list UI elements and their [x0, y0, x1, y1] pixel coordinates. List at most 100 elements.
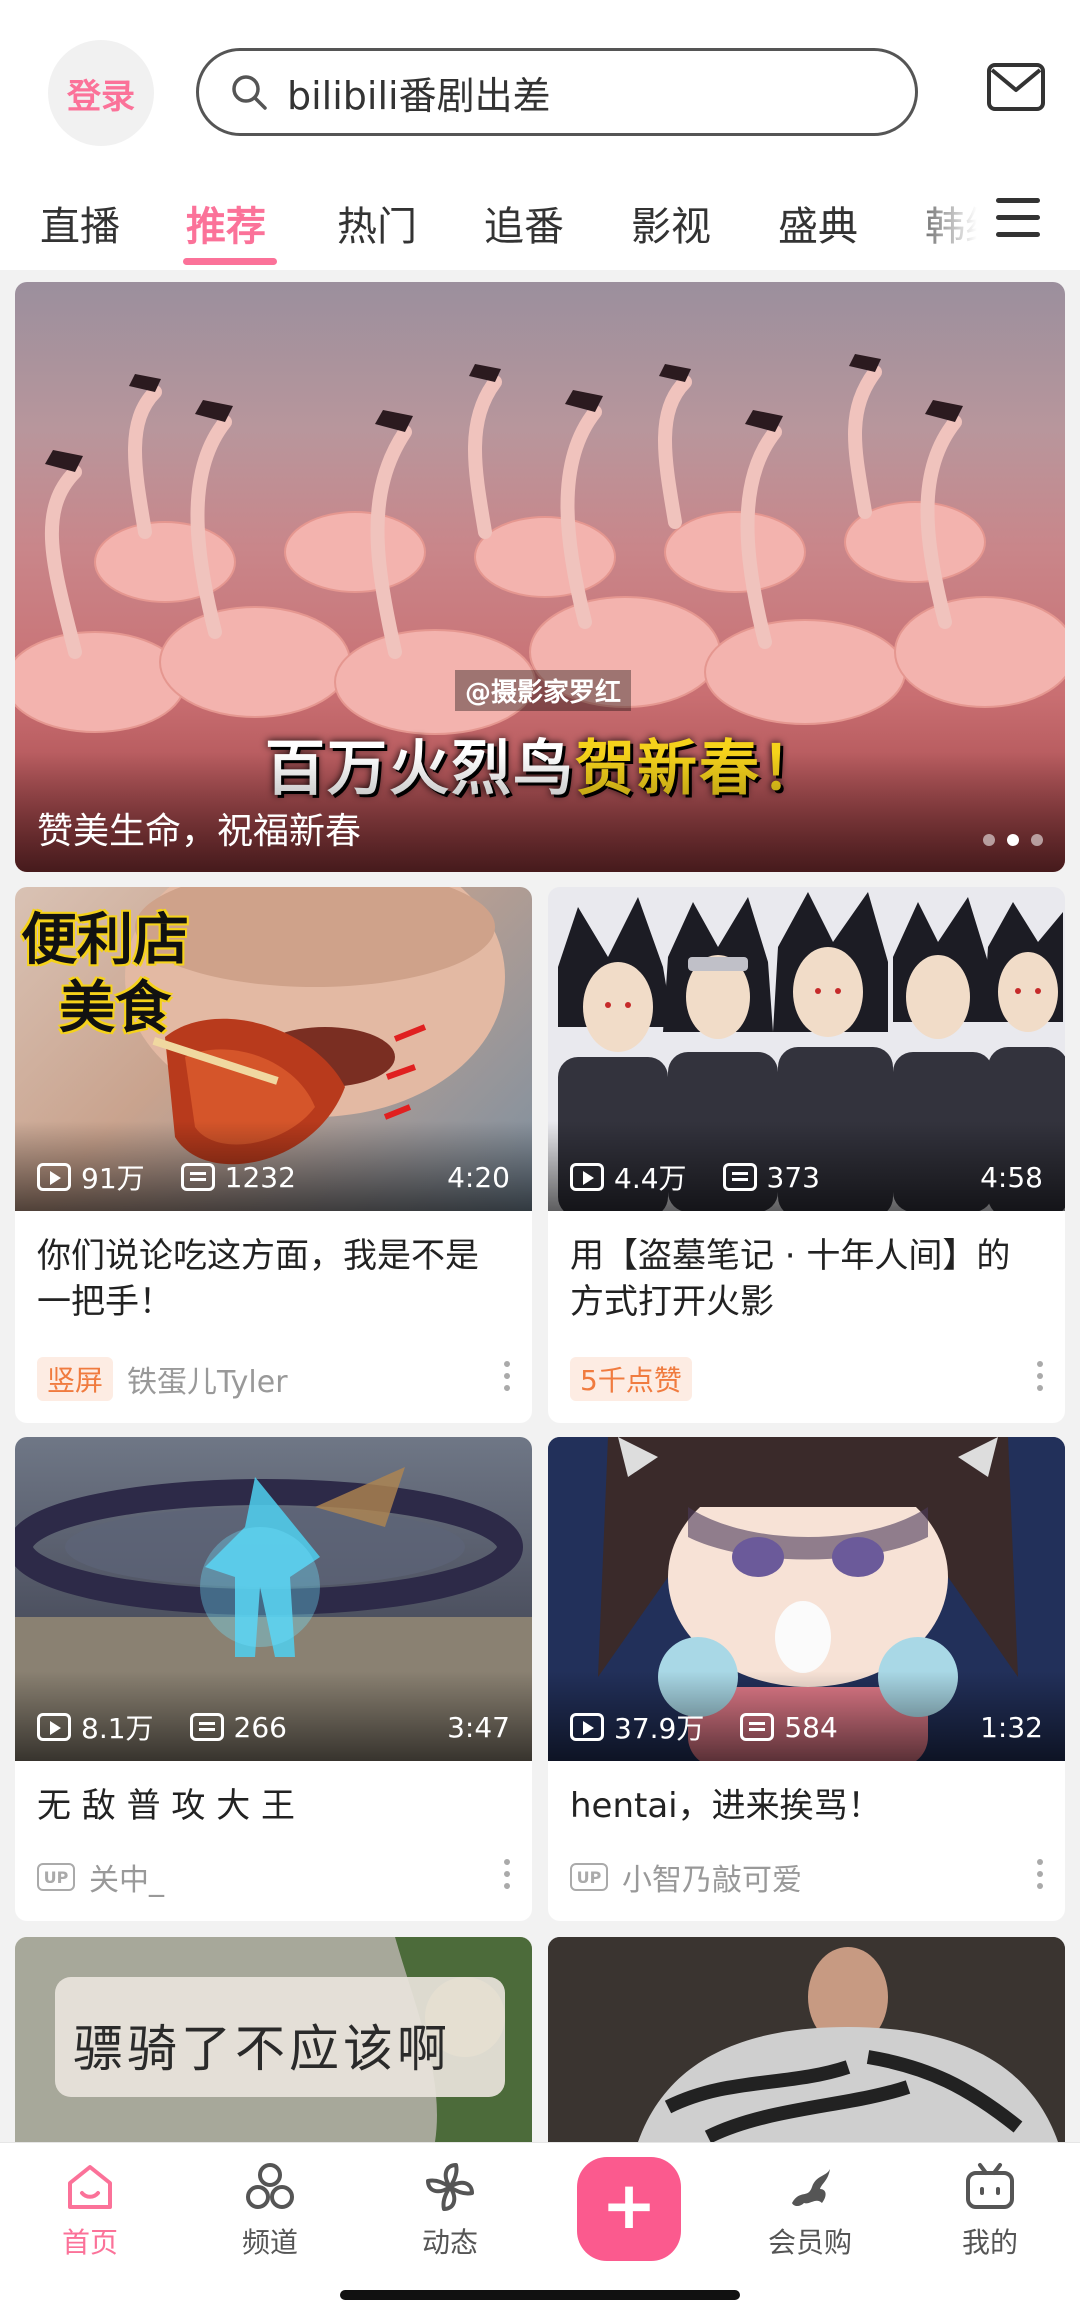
nav-dynamic-label: 动态: [421, 2226, 478, 2259]
video-meta: UP 关中_: [37, 1855, 164, 1899]
video-thumbnail[interactable]: 4.4万 373 4:58: [548, 887, 1065, 1211]
home-indicator[interactable]: [340, 2290, 740, 2300]
danmaku-icon: [189, 1713, 224, 1741]
tab-hot[interactable]: 热门: [337, 194, 417, 252]
more-options-icon[interactable]: [1037, 1859, 1045, 1891]
view-count: 91万: [81, 1162, 145, 1195]
login-avatar-button[interactable]: 登录: [48, 40, 154, 146]
danmaku-count: 1232: [224, 1160, 296, 1194]
more-options-icon[interactable]: [1037, 1361, 1045, 1393]
search-query-text: bilibili番剧出差: [287, 73, 551, 118]
video-thumbnail[interactable]: 37.9万 584 1:32: [548, 1437, 1065, 1761]
carousel-dots: [983, 834, 1043, 846]
nav-channel[interactable]: 频道: [210, 2159, 330, 2261]
home-icon: [68, 2165, 112, 2209]
nav-mine-label: 我的: [961, 2226, 1018, 2259]
channel-icon: [246, 2163, 294, 2209]
video-meta: 竖屏 铁蛋儿Tyler: [37, 1357, 288, 1401]
banner-caption: 赞美生命，祝福新春: [37, 811, 362, 852]
nav-shop[interactable]: 会员购: [750, 2159, 870, 2261]
video-stats: 91万 1232 4:20: [37, 1157, 510, 1197]
upload-plus-button[interactable]: +: [577, 2157, 681, 2261]
menu-icon[interactable]: [996, 198, 1040, 238]
nav-channel-label: 频道: [241, 2226, 298, 2259]
dragon-icon: [792, 2169, 830, 2206]
video-card[interactable]: 4.4万 373 4:58 用【盗墓笔记 · 十年人间】的方式打开火影 5千点赞: [548, 887, 1065, 1423]
video-card[interactable]: 37.9万 584 1:32 hentai，进来挨骂！ UP 小智乃敲可爱: [548, 1437, 1065, 1921]
tab-live[interactable]: 直播: [40, 194, 120, 252]
banner-carousel[interactable]: @摄影家罗红 百万火烈鸟贺新春！ 赞美生命，祝福新春: [15, 282, 1065, 872]
view-count: 4.4万: [614, 1162, 687, 1195]
video-tag: 竖屏: [37, 1357, 114, 1401]
play-count-icon: [37, 1163, 71, 1191]
author-name[interactable]: 铁蛋儿Tyler: [127, 1357, 288, 1401]
danmaku-count: 584: [784, 1710, 838, 1744]
video-card[interactable]: 便利店 美食 91万 1232 4:20 你们说论吃这方面，我是不是一把手！ 竖…: [15, 887, 532, 1423]
video-thumbnail[interactable]: 便利店 美食 91万 1232 4:20: [15, 887, 532, 1211]
nav-mine[interactable]: 我的: [930, 2159, 1050, 2261]
video-stats: 4.4万 373 4:58: [570, 1157, 1043, 1197]
category-tabs: 直播 推荐 热门 追番 影视 盛典 韩综: [0, 180, 1080, 270]
video-duration: 3:47: [447, 1710, 510, 1744]
video-thumbnail[interactable]: 8.1万 266 3:47: [15, 1437, 532, 1761]
thumbnail-overlay-text: 骠骑了不应该啊: [73, 2020, 451, 2078]
author-name[interactable]: 关中_: [89, 1855, 164, 1899]
banner-credit: @摄影家罗红: [455, 670, 632, 711]
danmaku-icon: [740, 1713, 775, 1741]
nav-dynamic[interactable]: 动态: [390, 2159, 510, 2261]
video-stats: 37.9万 584 1:32: [570, 1707, 1043, 1747]
play-count-icon: [570, 1713, 604, 1741]
up-badge-icon: UP: [570, 1863, 608, 1891]
pinwheel-icon: [426, 2163, 474, 2211]
play-count-icon: [570, 1163, 604, 1191]
video-card[interactable]: 8.1万 266 3:47 无 敌 普 攻 大 王 UP 关中_: [15, 1437, 532, 1921]
video-duration: 4:20: [447, 1160, 510, 1194]
video-stats: 8.1万 266 3:47: [37, 1707, 510, 1747]
video-title[interactable]: 用【盗墓笔记 · 十年人间】的方式打开火影: [548, 1211, 1065, 1339]
view-count: 8.1万: [81, 1712, 154, 1745]
nav-home-label: 首页: [61, 2226, 118, 2259]
danmaku-count: 373: [766, 1160, 820, 1194]
active-tab-indicator: [183, 258, 277, 265]
overlay-text-line: 美食: [59, 976, 171, 1041]
video-card[interactable]: 骠骑了不应该啊: [15, 1937, 532, 2142]
thumbnail-image: [548, 1937, 1065, 2142]
view-count: 37.9万: [614, 1712, 705, 1745]
author-name[interactable]: 小智乃敲可爱: [622, 1855, 802, 1899]
danmaku-count: 266: [233, 1710, 287, 1744]
video-tag: 5千点赞: [570, 1357, 692, 1401]
up-badge-icon: UP: [37, 1863, 75, 1891]
tv-icon: [966, 2163, 1014, 2209]
video-title[interactable]: hentai，进来挨骂！: [548, 1761, 1065, 1841]
danmaku-icon: [722, 1163, 757, 1191]
search-bar[interactable]: bilibili番剧出差: [196, 48, 918, 136]
video-card[interactable]: [548, 1937, 1065, 2142]
video-duration: 4:58: [980, 1160, 1043, 1194]
nav-shop-label: 会员购: [767, 2226, 852, 2259]
thumbnail-overlay-text: 便利店 美食: [21, 907, 189, 1043]
more-options-icon[interactable]: [504, 1859, 512, 1891]
mail-icon[interactable]: [986, 62, 1046, 112]
video-title[interactable]: 你们说论吃这方面，我是不是一把手！: [15, 1211, 532, 1339]
tabs-fade: [900, 180, 1010, 260]
play-count-icon: [37, 1713, 71, 1741]
search-icon: [232, 75, 267, 110]
overlay-text-line: 便利店: [21, 908, 189, 973]
carousel-dot-active[interactable]: [1007, 834, 1019, 846]
video-meta: UP 小智乃敲可爱: [570, 1855, 802, 1899]
video-duration: 1:32: [980, 1710, 1043, 1744]
video-thumbnail[interactable]: 骠骑了不应该啊: [15, 1937, 532, 2142]
video-meta: 5千点赞: [570, 1357, 706, 1401]
tab-gala[interactable]: 盛典: [778, 194, 858, 252]
video-thumbnail[interactable]: [548, 1937, 1065, 2142]
tab-recommend[interactable]: 推荐: [186, 194, 266, 252]
more-options-icon[interactable]: [504, 1361, 512, 1393]
top-bar: 登录 bilibili番剧出差 直播 推荐 热门 追番 影视 盛典 韩综: [0, 0, 1080, 270]
carousel-dot[interactable]: [1031, 834, 1043, 846]
video-title[interactable]: 无 敌 普 攻 大 王: [15, 1761, 532, 1841]
tab-anime[interactable]: 追番: [484, 194, 564, 252]
danmaku-icon: [180, 1163, 215, 1191]
carousel-dot[interactable]: [983, 834, 995, 846]
nav-home[interactable]: 首页: [30, 2159, 150, 2261]
tab-movies[interactable]: 影视: [631, 194, 711, 252]
